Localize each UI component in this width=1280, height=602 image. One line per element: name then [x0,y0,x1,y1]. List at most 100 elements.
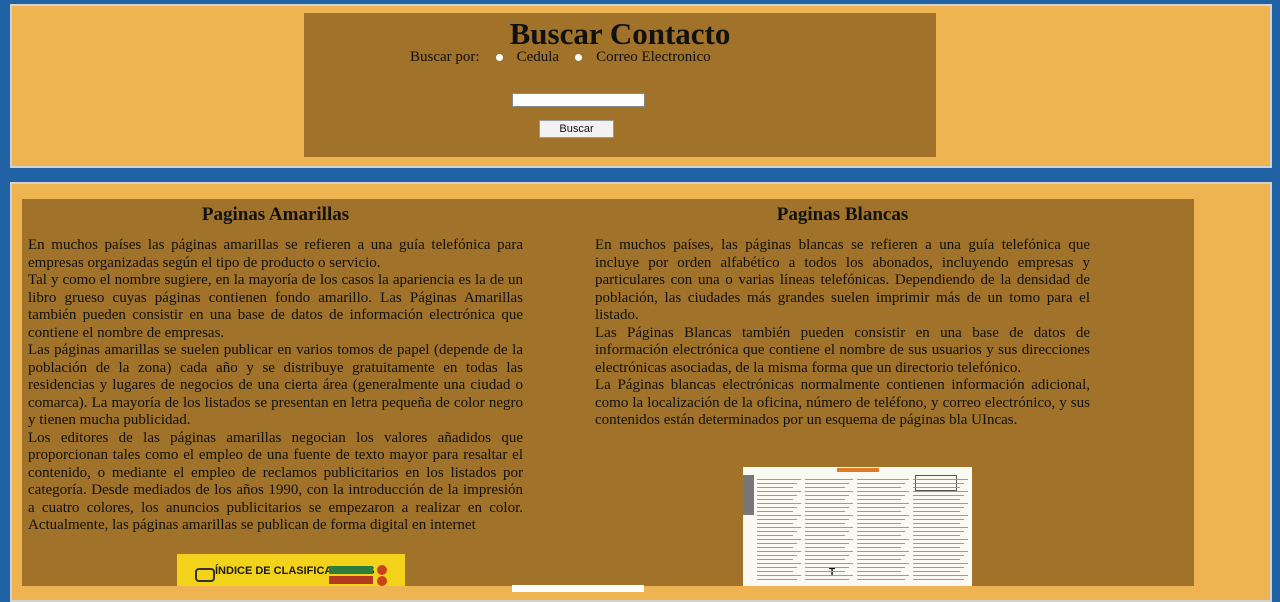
content-panel: Paginas Amarillas En muchos países las p… [10,182,1272,602]
listing-line [857,563,909,564]
listing-line [805,487,845,488]
search-panel: Buscar Contacto Buscar por: Cedula Corre… [10,4,1272,168]
radio-cedula[interactable] [495,54,503,61]
paragraph: Las páginas amarillas se suelen publicar… [28,342,523,428]
paragraph: Las Páginas Blancas también pueden consi… [595,324,1090,376]
listing-line [805,527,853,528]
listing-line [913,559,960,560]
listing-line [757,503,801,504]
listing-line [757,563,801,564]
listing-line [757,523,793,524]
listing-line [805,519,849,520]
listing-line [857,499,901,500]
listing-line [805,491,853,492]
listing-line [757,551,801,552]
listing-line [805,479,853,480]
listing-line [805,579,849,580]
bottom-bar [512,585,644,592]
listing-line [805,547,845,548]
paragraph: La Páginas blancas electrónicas normalme… [595,377,1090,428]
listing-line [757,559,793,560]
search-input[interactable] [512,93,645,107]
listing-line [913,579,964,580]
listing-line [805,551,853,552]
radio-correo-label: Correo Electronico [596,49,711,65]
image-heading [837,468,879,472]
radio-cedula-label: Cedula [516,49,560,65]
content-box: Paginas Amarillas En muchos países las p… [22,199,1194,586]
image-letter: T [829,567,836,578]
listing-line [757,507,797,508]
listing-line [805,543,849,544]
listing-line [757,519,797,520]
listing-line [913,555,964,556]
listing-line [805,531,849,532]
listing-line [805,523,845,524]
white-pages-image: T [743,467,972,586]
listing-line [757,543,797,544]
listing-line [857,539,909,540]
listing-line [857,491,909,492]
listing-line [805,567,849,568]
listing-line [757,487,793,488]
listing-line [857,559,901,560]
listing-line [913,527,968,528]
listing-line [805,495,849,496]
listing-line [805,535,845,536]
search-by-row: Buscar por: Cedula Correo Electronico [410,49,711,66]
image-dot [377,576,387,586]
listing-line [857,523,901,524]
listing-line [913,503,968,504]
paragraph: Los editores de las páginas amarillas ne… [28,429,523,534]
paragraph: En muchos países, las páginas blancas se… [595,237,1090,323]
listing-line [857,515,909,516]
listing-line [857,567,905,568]
listing-line [913,535,960,536]
search-box: Buscar Contacto Buscar por: Cedula Corre… [304,13,936,157]
yellow-pages-image: ÍNDICE DE CLASIFICACIONES [177,554,405,586]
listing-line [913,491,968,492]
listing-line [857,511,901,512]
listing-line [757,567,797,568]
section-title-blancas: Paginas Blancas [776,204,909,225]
listing-line [913,539,968,540]
listing-line [913,547,960,548]
listing-line [805,511,845,512]
listing-line [857,503,909,504]
listing-line [757,579,797,580]
listing-line [857,535,901,536]
listing-line [913,487,960,488]
listing-line [757,499,793,500]
image-dot [377,565,387,575]
listing-line [805,503,853,504]
listing-line [805,539,853,540]
listing-line [913,519,964,520]
listing-line [857,527,909,528]
search-button[interactable]: Buscar [539,120,614,138]
listing-line [913,563,968,564]
image-chip [329,566,373,574]
listing-line [857,495,905,496]
listing-line [913,479,968,480]
listing-line [757,547,793,548]
listing-line [913,483,964,484]
listing-line [913,507,964,508]
listing-line [805,507,849,508]
listing-line [857,555,905,556]
listing-line [757,483,797,484]
listing-line [805,483,849,484]
listing-line [857,575,909,576]
section-title-amarillas: Paginas Amarillas [201,204,350,225]
listing-line [757,515,801,516]
image-sidebar [743,475,754,515]
listing-line [805,555,849,556]
radio-correo[interactable] [575,54,583,61]
section-text-amarillas: En muchos países las páginas amarillas s… [28,237,523,535]
listing-line [857,479,909,480]
listing-line [913,543,964,544]
listing-line [913,515,968,516]
listing-line [857,519,905,520]
listing-line [913,567,964,568]
search-by-label: Buscar por: [410,49,480,65]
listing-line [857,483,905,484]
